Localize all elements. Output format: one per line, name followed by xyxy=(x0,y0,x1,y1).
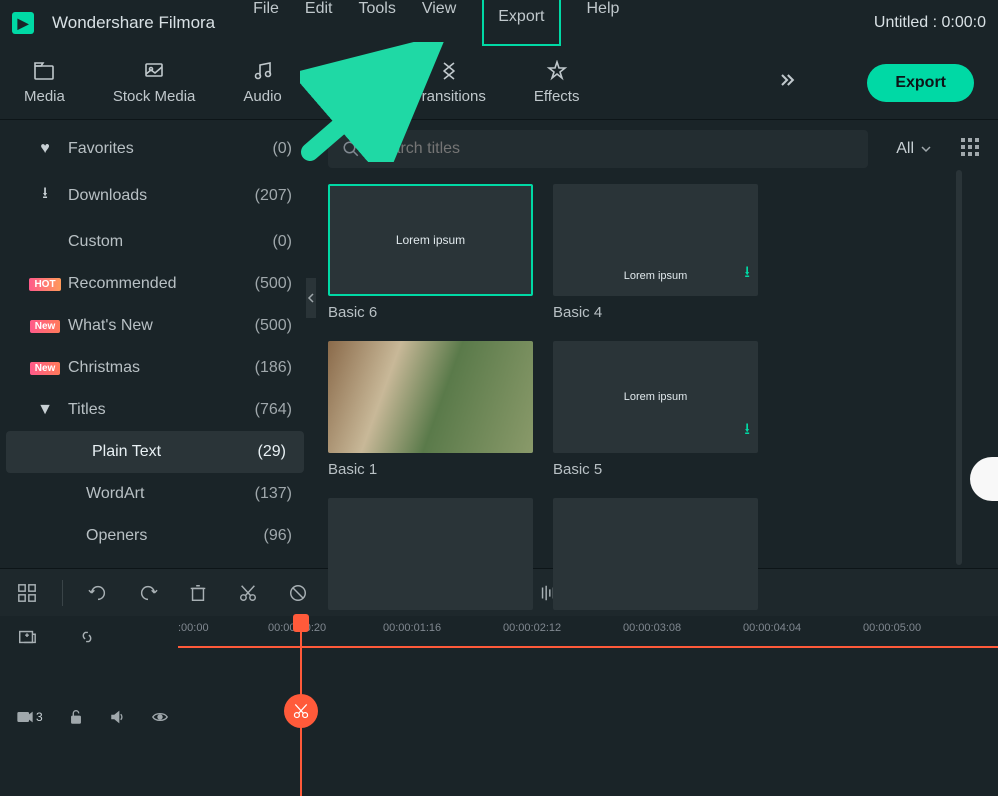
effects-icon xyxy=(546,60,568,82)
sidebar-item-favorites[interactable]: ♥ Favorites (0) xyxy=(0,128,310,170)
tag-button[interactable] xyxy=(287,582,309,604)
main-toolbar: Media Stock Media Audio Titles Transitio… xyxy=(0,46,998,120)
search-box[interactable] xyxy=(328,130,868,168)
thumbnail-image xyxy=(328,341,533,453)
title-card-empty[interactable] xyxy=(553,498,758,610)
playhead-cut-button[interactable] xyxy=(284,694,318,728)
scissors-icon xyxy=(292,702,310,720)
hot-badge-icon: HOT xyxy=(36,278,54,291)
download-icon[interactable]: ⭳ xyxy=(744,418,750,445)
sidebar-item-plain-text[interactable]: Plain Text (29) xyxy=(6,431,304,473)
music-icon xyxy=(252,60,274,82)
caret-down-icon: ▼ xyxy=(36,401,54,419)
expand-toolbar-button[interactable] xyxy=(777,70,797,95)
search-input[interactable] xyxy=(372,140,854,158)
title-card-basic4[interactable]: Lorem ipsum ⭳ Basic 4 xyxy=(553,184,758,321)
chevron-down-icon xyxy=(920,143,932,155)
menu-edit[interactable]: Edit xyxy=(305,0,333,46)
divider xyxy=(62,580,63,606)
menu-help[interactable]: Help xyxy=(587,0,620,46)
sidebar-item-titles[interactable]: ▼ Titles (764) xyxy=(0,389,310,431)
track-lock-toggle[interactable] xyxy=(67,708,85,726)
caret-left-icon xyxy=(307,292,315,304)
app-title: Wondershare Filmora xyxy=(52,13,215,33)
title-card-basic6[interactable]: Lorem ipsum Basic 6 xyxy=(328,184,533,321)
sidebar-item-custom[interactable]: Custom (0) xyxy=(0,221,310,263)
menu-file[interactable]: File xyxy=(253,0,279,46)
sidebar-item-wordart[interactable]: WordArt (137) xyxy=(0,473,310,515)
tab-effects[interactable]: Effects xyxy=(534,60,580,105)
sidebar-item-christmas[interactable]: New Christmas (186) xyxy=(0,347,310,389)
new-badge-icon: New xyxy=(36,320,54,333)
menu-export[interactable]: Export xyxy=(482,0,560,46)
stock-icon xyxy=(143,60,165,82)
chevron-double-right-icon xyxy=(777,70,797,90)
track-area[interactable]: 3 xyxy=(0,658,998,791)
undo-button[interactable] xyxy=(87,582,109,604)
track-controls: 3 xyxy=(16,658,998,726)
category-sidebar: ♥ Favorites (0) ⭳ Downloads (207) Custom… xyxy=(0,120,310,568)
download-icon: ⭳ xyxy=(36,182,54,209)
menu-bar: File Edit Tools View Export Help xyxy=(253,0,619,46)
app-logo-icon: ▶ xyxy=(12,12,34,34)
menu-view[interactable]: View xyxy=(422,0,456,46)
sidebar-item-recommended[interactable]: HOT Recommended (500) xyxy=(0,263,310,305)
track-video-toggle[interactable]: 3 xyxy=(16,708,43,726)
grid-view-toggle[interactable] xyxy=(960,137,980,162)
cut-button[interactable] xyxy=(237,582,259,604)
tab-titles[interactable]: Titles xyxy=(330,60,365,105)
tab-transitions[interactable]: Transitions xyxy=(413,60,486,105)
search-icon xyxy=(342,140,360,158)
link-button[interactable] xyxy=(76,626,98,648)
scrollbar[interactable] xyxy=(956,170,962,565)
heart-icon: ♥ xyxy=(36,140,54,158)
title-bar: ▶ Wondershare Filmora File Edit Tools Vi… xyxy=(0,0,998,46)
main-panel: ♥ Favorites (0) ⭳ Downloads (207) Custom… xyxy=(0,120,998,568)
delete-button[interactable] xyxy=(187,582,209,604)
document-title: Untitled : 0:00:0 xyxy=(874,14,986,32)
text-icon xyxy=(336,60,358,82)
content-area: All Lorem ipsum Basic 6 Lorem ipsum ⭳ Ba… xyxy=(310,120,998,568)
redo-button[interactable] xyxy=(137,582,159,604)
transitions-icon xyxy=(438,60,460,82)
title-card-basic1[interactable]: Basic 1 xyxy=(328,341,533,478)
add-media-button[interactable] xyxy=(16,626,38,648)
title-grid: Lorem ipsum Basic 6 Lorem ipsum ⭳ Basic … xyxy=(328,184,980,610)
playhead[interactable] xyxy=(300,616,302,796)
collapse-sidebar-handle[interactable] xyxy=(306,278,316,318)
grid-icon xyxy=(960,137,980,157)
layout-button[interactable] xyxy=(16,582,38,604)
timeline-ruler[interactable]: :00:00 00:00:00:20 00:00:01:16 00:00:02:… xyxy=(0,616,998,658)
tab-media[interactable]: Media xyxy=(24,60,65,105)
download-icon[interactable]: ⭳ xyxy=(744,261,750,288)
sidebar-item-openers[interactable]: Openers (96) xyxy=(0,515,310,557)
sidebar-item-downloads[interactable]: ⭳ Downloads (207) xyxy=(0,170,310,221)
search-row: All xyxy=(328,130,980,168)
title-card-empty[interactable] xyxy=(328,498,533,610)
tab-stock-media[interactable]: Stock Media xyxy=(113,60,196,105)
sidebar-item-whats-new[interactable]: New What's New (500) xyxy=(0,305,310,347)
title-card-basic5[interactable]: Lorem ipsum ⭳ Basic 5 xyxy=(553,341,758,478)
track-visibility-toggle[interactable] xyxy=(151,708,169,726)
tab-audio[interactable]: Audio xyxy=(243,60,281,105)
track-mute-toggle[interactable] xyxy=(109,708,127,726)
folder-icon xyxy=(33,60,55,82)
export-button[interactable]: Export xyxy=(867,64,974,102)
filter-dropdown[interactable]: All xyxy=(882,132,946,166)
new-badge-icon: New xyxy=(36,362,54,375)
menu-tools[interactable]: Tools xyxy=(359,0,396,46)
